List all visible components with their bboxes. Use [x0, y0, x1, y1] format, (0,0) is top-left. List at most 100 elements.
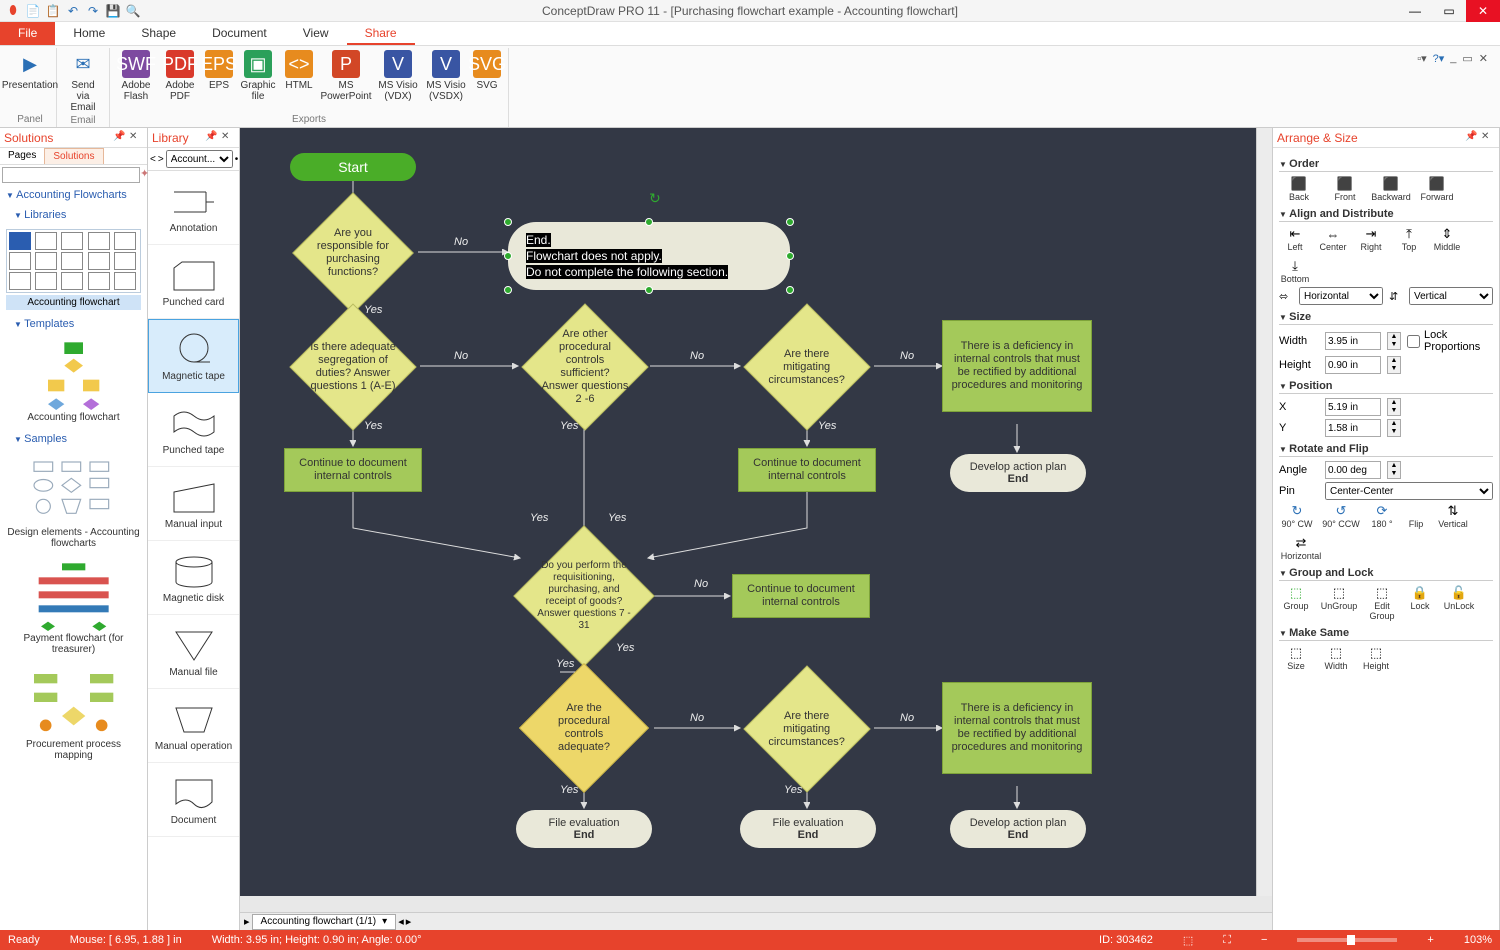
minimize-button[interactable]: —: [1398, 0, 1432, 22]
template-accounting[interactable]: Accounting flowchart: [0, 334, 147, 429]
section-position[interactable]: Position: [1279, 380, 1493, 394]
same-width-button[interactable]: ⬚Width: [1319, 645, 1353, 671]
width-spinner[interactable]: ▲▼: [1387, 332, 1401, 350]
arrange-pin-icon[interactable]: 📌: [1465, 131, 1479, 145]
group-button[interactable]: ⬚Group: [1279, 585, 1313, 621]
rotate-ccw-button[interactable]: ↺90° CCW: [1321, 503, 1361, 529]
node-continue-2[interactable]: Continue to document internal controls: [738, 448, 876, 492]
order-backward-button[interactable]: ⬛Backward: [1371, 176, 1411, 202]
ribbon-close-icon[interactable]: ✕: [1479, 52, 1488, 65]
tree-templates[interactable]: Templates: [0, 314, 147, 334]
lock-button[interactable]: 🔒Lock: [1405, 585, 1435, 621]
lib-menu-icon[interactable]: •: [235, 154, 239, 165]
tree-accounting-flowcharts[interactable]: Accounting Flowcharts: [0, 185, 147, 205]
tab-pages[interactable]: Pages: [0, 148, 44, 164]
arrange-close-icon[interactable]: ✕: [1481, 131, 1495, 145]
presentation-button[interactable]: ▶Presentation: [10, 48, 50, 93]
send-email-button[interactable]: ✉Send via Email: [63, 48, 103, 115]
section-rotate[interactable]: Rotate and Flip: [1279, 443, 1493, 457]
y-input[interactable]: [1325, 419, 1381, 437]
export-svg-button[interactable]: SVGSVG: [472, 48, 502, 104]
menu-file[interactable]: File: [0, 22, 55, 45]
rotate-cw-button[interactable]: ↻90° CW: [1279, 503, 1315, 529]
node-end-file-1[interactable]: File evaluationEnd: [516, 810, 652, 848]
close-button[interactable]: ✕: [1466, 0, 1500, 22]
library-pin-icon[interactable]: 📌: [205, 131, 219, 145]
node-deficiency-2[interactable]: There is a deficiency in internal contro…: [942, 682, 1092, 774]
export-graphic-button[interactable]: ▣Graphic file: [238, 48, 278, 104]
pin-icon[interactable]: 📌: [113, 131, 127, 145]
flip-vertical-button[interactable]: ⇅Vertical: [1435, 503, 1471, 529]
shape-manual-input[interactable]: Manual input: [148, 467, 239, 541]
distribute-v-select[interactable]: Vertical: [1409, 287, 1493, 305]
maximize-button[interactable]: ▭: [1432, 0, 1466, 22]
unlock-button[interactable]: 🔓UnLock: [1441, 585, 1477, 621]
x-spinner[interactable]: ▲▼: [1387, 398, 1401, 416]
status-cursor-icon[interactable]: ⬚: [1183, 934, 1193, 947]
height-input[interactable]: [1325, 356, 1381, 374]
shape-document[interactable]: Document: [148, 763, 239, 837]
node-start[interactable]: Start: [290, 153, 416, 181]
zoom-slider[interactable]: [1297, 938, 1397, 942]
export-vdx-button[interactable]: VMS Visio (VDX): [376, 48, 420, 104]
x-input[interactable]: [1325, 398, 1381, 416]
section-make-same[interactable]: Make Same: [1279, 627, 1493, 641]
ungroup-button[interactable]: ⬚UnGroup: [1319, 585, 1359, 621]
tab-add-icon[interactable]: ▸: [244, 915, 250, 928]
sample-payment[interactable]: Payment flowchart (for treasurer): [0, 555, 147, 661]
align-left-button[interactable]: ⇤Left: [1279, 226, 1311, 252]
align-right-button[interactable]: ⇥Right: [1355, 226, 1387, 252]
status-fit-icon[interactable]: ⛶: [1223, 934, 1231, 947]
flip-horizontal-button[interactable]: ⇄Horizontal: [1279, 535, 1323, 561]
zoom-out-button[interactable]: −: [1261, 934, 1267, 946]
align-top-button[interactable]: ⤒Top: [1393, 226, 1425, 252]
order-back-button[interactable]: ⬛Back: [1279, 176, 1319, 202]
menu-share[interactable]: Share: [347, 22, 415, 45]
search-icon[interactable]: 🔍: [126, 4, 140, 18]
shape-punched-card[interactable]: Punched card: [148, 245, 239, 319]
same-size-button[interactable]: ⬚Size: [1279, 645, 1313, 671]
export-eps-button[interactable]: EPSEPS: [204, 48, 234, 104]
tab-prev-icon[interactable]: ◂: [398, 915, 404, 928]
node-selected[interactable]: End. Flowchart does not apply. Do not co…: [508, 222, 790, 290]
solutions-search-input[interactable]: [2, 167, 140, 183]
ribbon-min-icon[interactable]: _: [1450, 52, 1456, 64]
document-tab[interactable]: Accounting flowchart (1/1) ▾: [252, 914, 397, 930]
tab-next-icon[interactable]: ▸: [406, 915, 412, 928]
ribbon-restore-icon[interactable]: ▭: [1462, 52, 1472, 65]
rotate-handle-icon[interactable]: ↻: [649, 190, 661, 207]
section-align[interactable]: Align and Distribute: [1279, 208, 1493, 222]
angle-input[interactable]: [1325, 461, 1381, 479]
lock-proportions-check[interactable]: Lock Proportions: [1407, 329, 1447, 353]
tab-solutions[interactable]: Solutions: [44, 148, 103, 164]
shape-manual-file[interactable]: Manual file: [148, 615, 239, 689]
node-end-file-2[interactable]: File evaluationEnd: [740, 810, 876, 848]
close-panel-icon[interactable]: ✕: [129, 131, 143, 145]
shape-manual-operation[interactable]: Manual operation: [148, 689, 239, 763]
distribute-h-select[interactable]: Horizontal: [1299, 287, 1383, 305]
same-height-button[interactable]: ⬚Height: [1359, 645, 1393, 671]
undo-icon[interactable]: ↶: [66, 4, 80, 18]
order-front-button[interactable]: ⬛Front: [1325, 176, 1365, 202]
save-icon[interactable]: 💾: [106, 4, 120, 18]
pin-select[interactable]: Center-Center: [1325, 482, 1493, 500]
ribbon-dropdown-icon[interactable]: ▫▾: [1417, 52, 1426, 65]
shape-annotation[interactable]: Annotation: [148, 171, 239, 245]
menu-document[interactable]: Document: [194, 22, 285, 45]
rotate-180-button[interactable]: ⟳180 °: [1367, 503, 1397, 529]
align-bottom-button[interactable]: ⤓Bottom: [1279, 258, 1311, 284]
node-continue-1[interactable]: Continue to document internal controls: [284, 448, 422, 492]
export-pdf-button[interactable]: PDFAdobe PDF: [160, 48, 200, 104]
menu-home[interactable]: Home: [55, 22, 123, 45]
shape-magnetic-disk[interactable]: Magnetic disk: [148, 541, 239, 615]
width-input[interactable]: [1325, 332, 1381, 350]
edit-group-button[interactable]: ⬚Edit Group: [1365, 585, 1399, 621]
order-forward-button[interactable]: ⬛Forward: [1417, 176, 1457, 202]
export-flash-button[interactable]: SWFAdobe Flash: [116, 48, 156, 104]
menu-view[interactable]: View: [285, 22, 347, 45]
align-middle-button[interactable]: ⇕Middle: [1431, 226, 1463, 252]
library-close-icon[interactable]: ✕: [221, 131, 235, 145]
menu-shape[interactable]: Shape: [123, 22, 194, 45]
node-continue-3[interactable]: Continue to document internal controls: [732, 574, 870, 618]
section-order[interactable]: Order: [1279, 158, 1493, 172]
